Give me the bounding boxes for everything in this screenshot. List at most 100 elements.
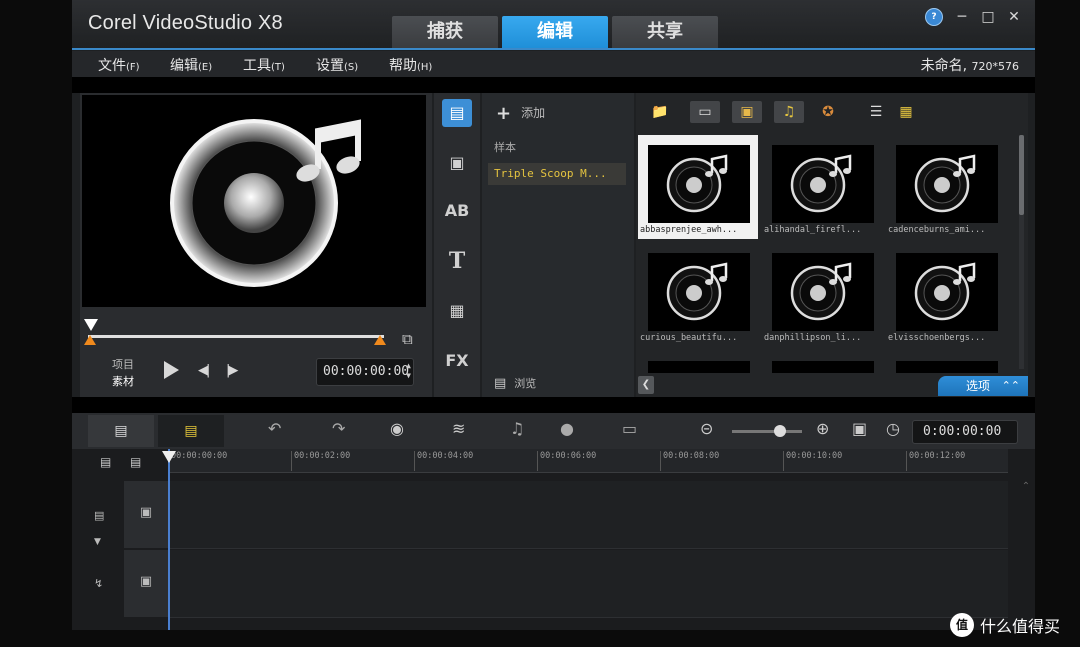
add-folder-button[interactable]: + 添加 bbox=[496, 103, 545, 124]
video-track[interactable] bbox=[168, 481, 1008, 549]
menu-tools[interactable]: 工具(T) bbox=[243, 55, 285, 75]
watermark-logo: 值 bbox=[950, 613, 974, 637]
subtitle-editor-icon[interactable]: ▭ bbox=[622, 419, 637, 438]
minimize-icon[interactable]: ─ bbox=[955, 9, 969, 25]
playhead-handle[interactable] bbox=[162, 451, 176, 463]
record-capture-icon[interactable]: ◉ bbox=[390, 419, 404, 438]
media-scrollbar[interactable] bbox=[1019, 135, 1024, 369]
video-filter-icon[interactable]: ▭ bbox=[690, 101, 720, 123]
thumbnail-caption: elvisschoenbergs... bbox=[888, 333, 986, 343]
zoom-out-icon[interactable]: ⊝ bbox=[700, 419, 713, 438]
player-mode-toggle[interactable]: 项目 素材 bbox=[112, 356, 134, 390]
thumbnail-caption: curious_beautifu... bbox=[640, 333, 738, 343]
list-view-icon[interactable]: ☰ bbox=[864, 101, 888, 123]
media-thumbnail[interactable]: danphillipson_li... bbox=[762, 243, 882, 347]
timeline-scroll-up-icon[interactable]: ⌃ bbox=[1019, 481, 1033, 626]
zoom-slider[interactable] bbox=[732, 425, 802, 437]
zoom-slider-knob[interactable] bbox=[774, 425, 786, 437]
timeline-view-icon[interactable]: ▤ bbox=[158, 415, 224, 447]
play-button[interactable] bbox=[164, 361, 179, 379]
menu-edit[interactable]: 编辑(E) bbox=[170, 55, 212, 75]
media-thumbnail[interactable]: alihandal_firefl... bbox=[762, 135, 882, 239]
folder-item-triple-scoop[interactable]: Triple Scoop M... bbox=[488, 163, 626, 185]
auto-music-icon[interactable]: ♫ bbox=[510, 419, 524, 438]
track-lock-icon[interactable]: ▤ bbox=[94, 509, 104, 522]
browse-label: 浏览 bbox=[514, 377, 537, 390]
trim-end-marker[interactable] bbox=[374, 335, 386, 345]
trim-start-marker[interactable] bbox=[84, 335, 96, 345]
media-thumbnail-partial[interactable] bbox=[886, 351, 1006, 373]
scrub-handle[interactable] bbox=[84, 319, 98, 331]
audio-thumbnail-icon bbox=[648, 361, 750, 373]
media-thumbnail-partial[interactable] bbox=[638, 351, 758, 373]
sound-mixer-icon[interactable]: ≋ bbox=[452, 419, 465, 438]
timecode-spin-icon[interactable]: ▲ ▼ bbox=[406, 361, 411, 381]
timeline-timecode[interactable]: 0:00:00:00 bbox=[912, 420, 1018, 444]
audio-filter-icon[interactable]: ♫ bbox=[774, 101, 804, 123]
scrubber[interactable] bbox=[84, 319, 388, 345]
help-icon[interactable]: ? bbox=[925, 8, 943, 26]
project-info: 未命名, 720*576 bbox=[921, 55, 1019, 75]
thumbnail-caption: danphillipson_li... bbox=[764, 333, 862, 343]
project-name: 未命名, bbox=[920, 58, 968, 74]
media-scroll-thumb[interactable] bbox=[1019, 135, 1024, 215]
overlay-track-header[interactable]: ▣ bbox=[124, 550, 168, 618]
enlarge-preview-icon[interactable]: ⧉ bbox=[402, 330, 413, 348]
next-frame-icon[interactable]: |▶ bbox=[226, 363, 238, 378]
menu-file[interactable]: 文件(F) bbox=[98, 55, 140, 75]
chapter-icon[interactable]: ▤ bbox=[130, 455, 141, 469]
menu-settings[interactable]: 设置(S) bbox=[316, 55, 358, 75]
track-link-icon[interactable]: ↯ bbox=[94, 577, 103, 590]
filter-icon[interactable]: FX bbox=[442, 347, 472, 375]
scroll-left-icon[interactable]: ❮ bbox=[638, 376, 654, 394]
zoom-in-icon[interactable]: ⊕ bbox=[816, 419, 829, 438]
menu-help[interactable]: 帮助(H) bbox=[389, 55, 432, 75]
redo-icon[interactable]: ↷ bbox=[332, 419, 345, 438]
online-media-icon[interactable]: ✪ bbox=[816, 101, 840, 123]
graphic-icon[interactable]: ▦ bbox=[442, 297, 472, 325]
folder-item-sample[interactable]: 样本 bbox=[488, 137, 626, 159]
media-thumbnail[interactable]: cadenceburns_ami... bbox=[886, 135, 1006, 239]
storyboard-view-icon[interactable]: ▤ bbox=[88, 415, 154, 447]
track-manager-icon[interactable]: ▤ bbox=[100, 455, 111, 469]
tab-share[interactable]: 共享 bbox=[612, 16, 718, 48]
video-track-header[interactable]: ▣ bbox=[124, 481, 168, 549]
menu-settings-label: 设置 bbox=[316, 58, 344, 74]
browse-button[interactable]: ▤ 浏览 bbox=[494, 375, 536, 391]
audio-thumbnail-icon bbox=[772, 361, 874, 373]
instant-project-icon[interactable]: ▣ bbox=[442, 149, 472, 177]
media-library: 📁 ▭ ▣ ♫ ✪ ☰ ▦ abbasprenjee_awh... alihand… bbox=[636, 93, 1028, 397]
time-ruler[interactable]: 00:00:00:00 00:00:02:00 00:00:04:00 00:00:0… bbox=[168, 449, 1008, 473]
browse-icon: ▤ bbox=[494, 376, 507, 391]
add-folder-label: 添加 bbox=[521, 106, 546, 120]
folder-icon[interactable]: 📁 bbox=[648, 101, 672, 123]
watermark: 值 什么值得买 bbox=[950, 612, 1060, 638]
title-icon[interactable]: T bbox=[442, 247, 472, 275]
mode-project-label[interactable]: 项目 bbox=[112, 356, 134, 373]
media-icon[interactable]: ▤ bbox=[442, 99, 472, 127]
thumbnail-caption: abbasprenjee_awh... bbox=[640, 225, 738, 235]
options-button[interactable]: 选项 ⌃⌃ bbox=[938, 376, 1028, 396]
media-thumbnail-partial[interactable] bbox=[762, 351, 882, 373]
maximize-icon[interactable]: □ bbox=[981, 9, 995, 25]
overlay-track[interactable] bbox=[168, 550, 1008, 618]
fit-project-icon[interactable]: ▣ bbox=[852, 419, 867, 438]
undo-icon[interactable]: ↶ bbox=[268, 419, 281, 438]
timeline: ▤ ▤ 00:00:00:00 00:00:02:00 00:00:04:00 00:… bbox=[72, 449, 1035, 630]
media-thumbnail[interactable]: abbasprenjee_awh... bbox=[638, 135, 758, 239]
motion-tracking-icon[interactable]: ● bbox=[560, 419, 574, 438]
tab-edit[interactable]: 编辑 bbox=[502, 16, 608, 48]
thumbnail-view-icon[interactable]: ▦ bbox=[894, 101, 918, 123]
media-thumbnail[interactable]: elvisschoenbergs... bbox=[886, 243, 1006, 347]
media-thumbnails: abbasprenjee_awh... alihandal_firefl... ca… bbox=[636, 133, 1016, 373]
ruler-tick: 00:00:04:00 bbox=[414, 451, 473, 471]
photo-filter-icon[interactable]: ▣ bbox=[732, 101, 762, 123]
track-expand-icon[interactable]: ▼ bbox=[94, 537, 101, 547]
transition-icon[interactable]: AB bbox=[442, 197, 472, 225]
media-thumbnail[interactable]: curious_beautifu... bbox=[638, 243, 758, 347]
tab-capture[interactable]: 捕获 bbox=[392, 16, 498, 48]
mode-clip-label[interactable]: 素材 bbox=[112, 373, 134, 390]
previous-frame-icon[interactable]: ◀| bbox=[198, 363, 210, 378]
close-icon[interactable]: ✕ bbox=[1007, 9, 1021, 25]
player-timecode[interactable]: 00:00:00:00 ▲ ▼ bbox=[316, 358, 414, 386]
